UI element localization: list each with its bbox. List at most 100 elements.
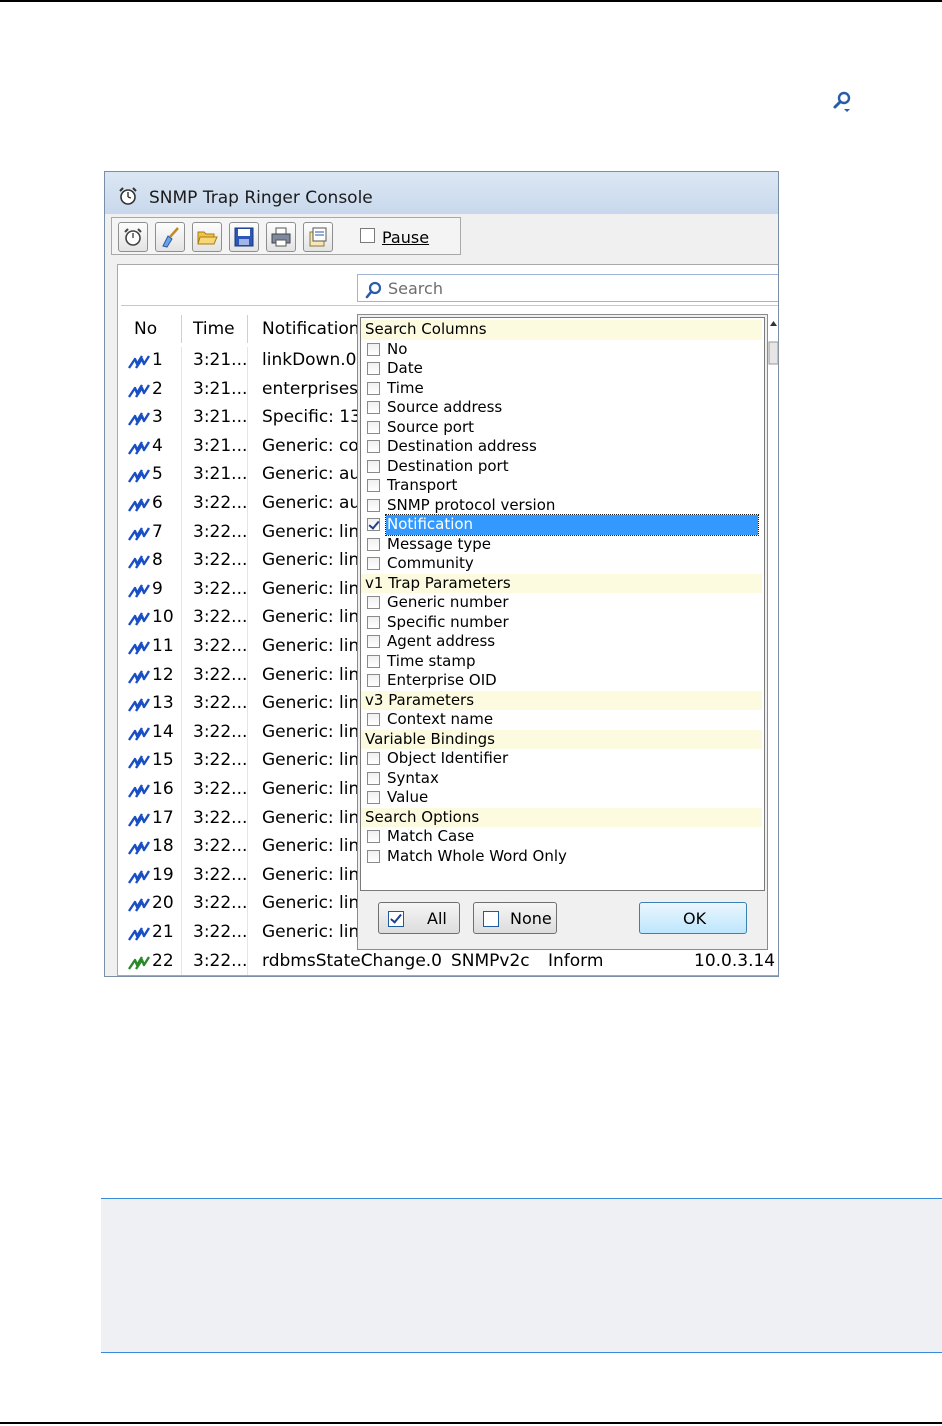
checkbox[interactable] (367, 537, 380, 551)
cell-time: 3:21... (193, 407, 248, 428)
column-option[interactable]: Time stamp (361, 652, 762, 672)
window-title: SNMP Trap Ringer Console (149, 188, 373, 208)
column-option[interactable]: Source address (361, 398, 762, 418)
checkbox[interactable] (367, 381, 380, 395)
column-option[interactable]: Context name (361, 710, 762, 730)
cell-no: 9 (152, 578, 163, 599)
open-button[interactable] (192, 222, 222, 252)
clear-button[interactable] (155, 222, 185, 252)
checkbox[interactable] (367, 440, 380, 453)
group-header: Search Columns (361, 320, 762, 340)
trap-notification-icon (128, 526, 150, 541)
column-header-notification[interactable]: Notification (262, 311, 360, 347)
checkbox[interactable] (367, 420, 380, 434)
cell-notification: Generic: link (262, 578, 370, 599)
page-top-rule (0, 0, 942, 2)
cell-no: 5 (152, 464, 163, 485)
checkbox[interactable] (367, 791, 380, 804)
cell-notification: Generic: col (262, 435, 364, 456)
pause-label[interactable]: Pause (382, 228, 429, 247)
checkbox[interactable] (367, 596, 380, 609)
column-option[interactable]: Specific number (361, 613, 762, 633)
checkbox[interactable] (367, 342, 380, 356)
column-option[interactable]: Transport (361, 476, 762, 496)
trap-notification-icon (128, 727, 150, 741)
cell-notification: Generic: link (262, 893, 370, 914)
checkbox[interactable] (367, 479, 380, 492)
save-button[interactable] (229, 222, 259, 252)
search-columns-list: Search Columns No Date Time Source address So… (360, 317, 765, 891)
save-icon (234, 227, 254, 247)
checkbox[interactable] (367, 830, 380, 843)
column-divider[interactable] (181, 315, 182, 343)
column-option[interactable]: Notification (361, 514, 762, 536)
checkbox[interactable] (367, 849, 380, 863)
checkbox[interactable] (367, 674, 380, 687)
column-option[interactable]: Community (361, 554, 762, 574)
checkbox[interactable] (367, 459, 380, 473)
properties-button[interactable] (303, 222, 333, 252)
checkbox[interactable] (367, 771, 380, 785)
trap-notification-icon (128, 555, 150, 569)
checkbox[interactable] (367, 635, 380, 648)
checkbox[interactable] (367, 654, 380, 668)
checkbox[interactable] (367, 713, 380, 726)
column-option[interactable]: Generic number (361, 593, 762, 613)
checkbox[interactable] (367, 498, 380, 512)
all-button[interactable]: All (378, 902, 460, 934)
column-option[interactable]: Destination port (361, 457, 762, 477)
trap-notification-icon (128, 641, 150, 655)
column-option[interactable]: Enterprise OID (361, 671, 762, 691)
checkbox[interactable] (367, 401, 380, 414)
column-option[interactable]: Message type (361, 535, 762, 555)
option-label: Match Whole Word Only (387, 846, 567, 865)
print-button[interactable] (266, 222, 296, 252)
column-option[interactable]: Date (361, 359, 762, 379)
ok-button[interactable]: OK (639, 902, 747, 934)
table-row[interactable]: 22 3:22... rdbmsStateChange.0 SNMPv2c Inform… (121, 948, 778, 976)
column-option[interactable]: Syntax (361, 769, 762, 789)
column-option[interactable]: Match Case (361, 827, 762, 847)
cell-no: 4 (152, 435, 163, 456)
trap-notification-icon (128, 498, 150, 512)
pause-checkbox[interactable] (360, 228, 375, 243)
option-label: Time (387, 378, 424, 397)
column-header-no[interactable]: No (134, 311, 157, 347)
checkbox[interactable] (367, 752, 380, 765)
alarm-clock-button[interactable] (118, 222, 148, 252)
column-option[interactable]: Match Whole Word Only (361, 847, 762, 867)
checkbox[interactable] (367, 615, 380, 629)
column-option[interactable]: Destination address (361, 437, 762, 457)
option-label: Specific number (387, 612, 509, 631)
column-option[interactable]: Agent address (361, 632, 762, 652)
trap-notification-icon (128, 412, 150, 426)
column-option[interactable]: Object Identifier (361, 749, 762, 769)
column-option[interactable]: SNMP protocol version (361, 496, 762, 516)
group-header: Variable Bindings (361, 729, 762, 749)
cell-notification: Generic: aut (262, 464, 367, 485)
column-header-time[interactable]: Time (193, 311, 235, 347)
column-option[interactable]: Time (361, 379, 762, 399)
cell-time: 3:22... (193, 721, 248, 742)
option-label: Time stamp (387, 651, 476, 670)
checkbox[interactable] (367, 518, 380, 531)
cell-notification: Generic: link (262, 779, 370, 799)
scrollbar[interactable] (768, 314, 779, 384)
cell-notification: Generic: link (262, 807, 370, 828)
cell-no: 7 (152, 521, 163, 542)
option-label: Destination port (387, 456, 509, 475)
trap-notification-icon (128, 441, 150, 455)
cell-time: 3:21... (193, 350, 248, 370)
checkbox[interactable] (367, 362, 380, 375)
column-divider[interactable] (247, 315, 248, 343)
cell-no: 20 (152, 893, 174, 914)
column-option[interactable]: Value (361, 788, 762, 808)
column-option[interactable]: No (361, 340, 762, 360)
cell-no: 19 (152, 864, 174, 885)
none-button[interactable]: None (473, 902, 557, 934)
column-option[interactable]: Source port (361, 418, 762, 438)
search-input[interactable]: Search (357, 274, 778, 302)
checkbox[interactable] (367, 557, 380, 570)
trap-notification-icon (128, 784, 150, 798)
option-label: Context name (387, 710, 494, 728)
